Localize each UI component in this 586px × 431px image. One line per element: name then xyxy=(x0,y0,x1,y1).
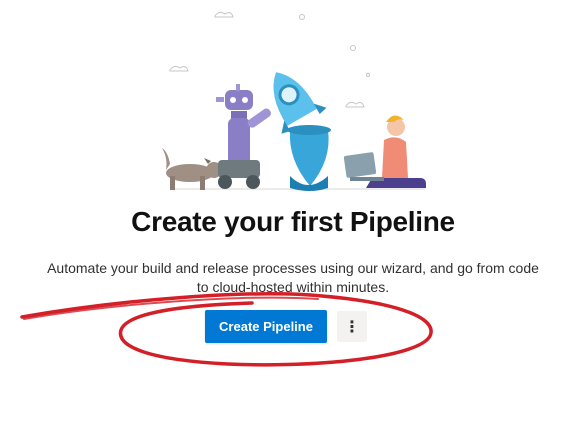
pipelines-empty-state: Create your first Pipeline Automate your… xyxy=(0,0,586,431)
robot-icon xyxy=(216,84,271,189)
rocket-icon xyxy=(273,72,331,191)
more-options-button[interactable]: ⋮ xyxy=(337,311,367,342)
more-options-icon: ⋮ xyxy=(344,316,360,336)
pipeline-illustration-icon xyxy=(162,11,426,191)
empty-state-description: Automate your build and release processe… xyxy=(47,260,539,295)
developer-with-laptop-icon xyxy=(343,115,426,188)
create-pipeline-button[interactable]: Create Pipeline xyxy=(205,310,327,343)
page-title: Create your first Pipeline xyxy=(131,206,455,237)
cloud-decoration-icon xyxy=(169,65,189,72)
dog-icon xyxy=(162,148,222,190)
